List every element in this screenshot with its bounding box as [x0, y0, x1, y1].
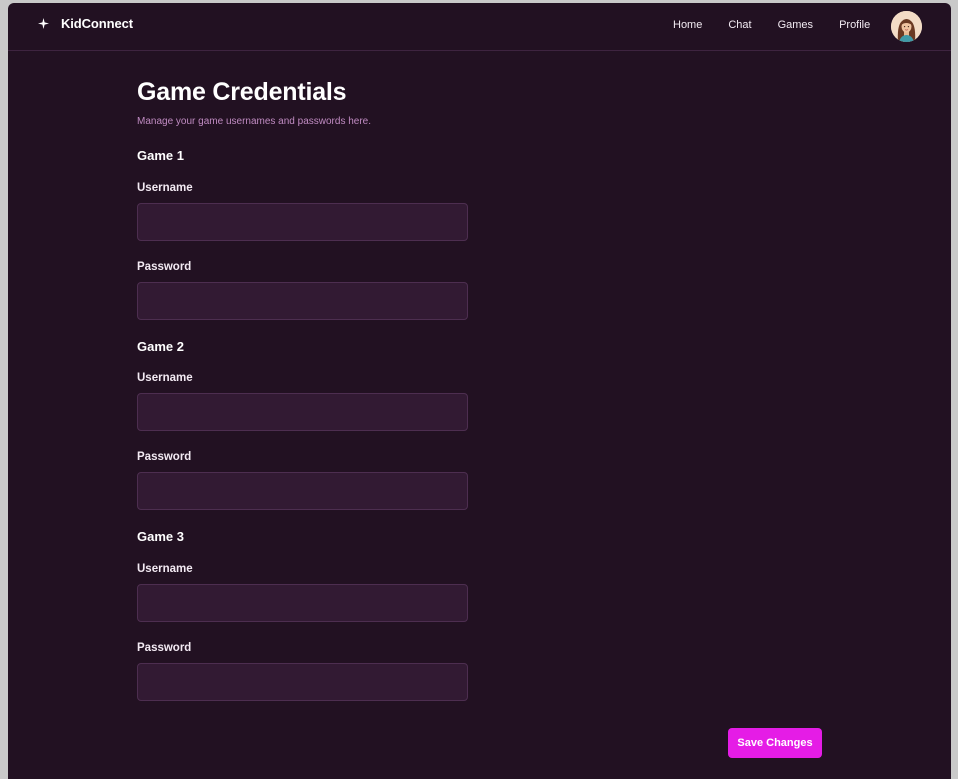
game-2-username-input[interactable] — [137, 393, 468, 431]
page-subtitle: Manage your game usernames and passwords… — [137, 116, 372, 127]
game-3-section: Game 3 Username Password — [137, 529, 477, 701]
sparkle-icon — [37, 17, 50, 30]
top-navigation-bar: KidConnect Home Chat Games Profile — [8, 3, 951, 51]
brand-name: KidConnect — [61, 16, 133, 31]
credentials-form: Game Credentials Manage your game userna… — [137, 76, 477, 701]
main-nav: Home Chat Games Profile — [673, 19, 870, 31]
game-2-heading: Game 2 — [137, 339, 184, 354]
game-2-section: Game 2 Username Password — [137, 339, 477, 510]
game-2-password-label: Password — [137, 451, 192, 463]
game-3-heading: Game 3 — [137, 529, 184, 544]
user-avatar[interactable] — [891, 11, 922, 42]
game-3-password-input[interactable] — [137, 663, 468, 701]
nav-games[interactable]: Games — [778, 19, 813, 31]
game-1-username-input[interactable] — [137, 203, 468, 241]
game-1-heading: Game 1 — [137, 148, 184, 163]
game-1-password-input[interactable] — [137, 282, 468, 320]
game-1-username-label: Username — [137, 182, 193, 194]
nav-home[interactable]: Home — [673, 19, 702, 31]
game-3-username-label: Username — [137, 563, 193, 575]
page-title: Game Credentials — [137, 78, 347, 106]
game-3-password-label: Password — [137, 642, 192, 654]
game-3-username-input[interactable] — [137, 584, 468, 622]
app-window: KidConnect Home Chat Games Profile Game … — [8, 3, 951, 779]
nav-chat[interactable]: Chat — [728, 19, 751, 31]
game-2-password-input[interactable] — [137, 472, 468, 510]
nav-profile[interactable]: Profile — [839, 19, 870, 31]
brand[interactable]: KidConnect — [37, 16, 133, 31]
game-1-password-label: Password — [137, 261, 192, 273]
save-changes-button[interactable]: Save Changes — [728, 728, 822, 758]
game-1-section: Game 1 Username Password — [137, 148, 477, 320]
game-2-username-label: Username — [137, 372, 193, 384]
